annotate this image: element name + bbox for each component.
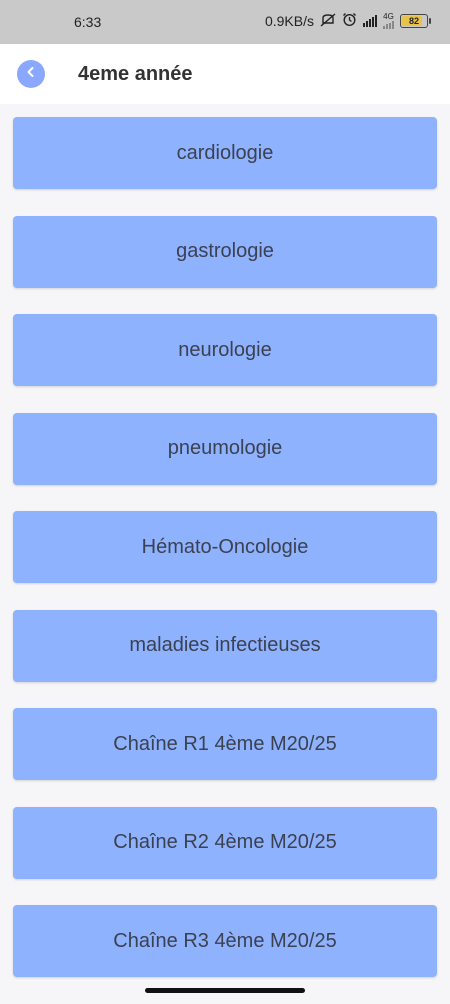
course-item-chaine-r3[interactable]: Chaîne R3 4ème M20/25: [13, 905, 437, 977]
status-icons: 0.9KB/s 4G 82: [264, 12, 431, 30]
battery-icon: 82: [400, 14, 431, 28]
status-bar: 6:33 0.9KB/s 4G 82: [0, 0, 450, 44]
signal-icon: [363, 15, 377, 27]
battery-level: 82: [408, 16, 419, 26]
home-indicator[interactable]: [145, 988, 305, 993]
course-item-chaine-r2[interactable]: Chaîne R2 4ème M20/25: [13, 806, 437, 879]
alarm-icon: [342, 12, 357, 30]
course-item-hemato-oncologie[interactable]: Hémato-Oncologie: [13, 511, 437, 583]
course-item-neurologie[interactable]: neurologie: [13, 314, 437, 386]
course-item-cardiologie[interactable]: cardiologie: [13, 117, 437, 189]
app-bar: 4eme année: [0, 44, 450, 104]
course-item-chaine-r1[interactable]: Chaîne R1 4ème M20/25: [13, 708, 437, 780]
course-item-maladies-infectieuses[interactable]: maladies infectieuses: [13, 609, 437, 682]
course-list: cardiologie gastrologie neurologie pneum…: [13, 117, 437, 1004]
page-title: 4eme année: [78, 63, 193, 85]
course-item-gastrologie[interactable]: gastrologie: [13, 215, 437, 288]
network-speed: 0.9KB/s: [264, 13, 314, 29]
network-type-label: 4G: [383, 12, 394, 21]
mute-icon: [320, 12, 336, 30]
signal-2-icon: [383, 21, 394, 29]
network-type-icon: 4G: [383, 13, 394, 29]
course-item-pneumologie[interactable]: pneumologie: [13, 412, 437, 485]
status-time: 6:33: [74, 14, 102, 30]
back-button[interactable]: [17, 60, 45, 88]
chevron-left-icon: [25, 65, 37, 83]
